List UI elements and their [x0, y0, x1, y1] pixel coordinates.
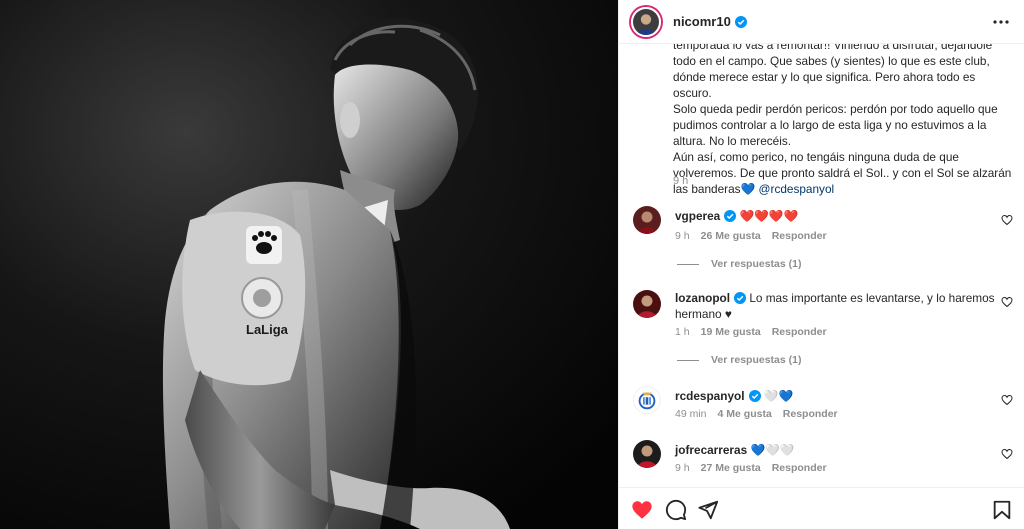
comment-meta: 9 h 27 Me gusta Responder: [675, 462, 838, 474]
view-replies-text[interactable]: Ver respuestas (1): [711, 354, 801, 366]
comment-time[interactable]: 9 h: [675, 462, 690, 474]
reply-button[interactable]: Responder: [772, 462, 827, 474]
comment-likes[interactable]: 27 Me gusta: [701, 462, 761, 474]
verified-badge-icon: [748, 390, 761, 402]
comment-meta: 1 h 19 Me gusta Responder: [675, 326, 838, 338]
caption-line: volveremos. De que pronto saldrá el Sol.…: [673, 166, 1012, 180]
author-username[interactable]: nicomr10: [673, 14, 747, 29]
reply-button[interactable]: Responder: [772, 230, 827, 242]
commenter-username[interactable]: lozanopol: [675, 291, 730, 305]
comment-time[interactable]: 49 min: [675, 408, 707, 420]
view-replies-button[interactable]: Ver respuestas (1): [677, 258, 801, 270]
post-photo[interactable]: LaLiga: [0, 0, 618, 529]
like-button[interactable]: [631, 499, 653, 521]
reply-button[interactable]: Responder: [772, 326, 827, 338]
view-replies-button[interactable]: Ver respuestas (1): [677, 354, 801, 366]
verified-badge-icon: [734, 292, 747, 304]
caption-line: altura. No lo merecéis.: [673, 134, 792, 148]
reply-button[interactable]: Responder: [783, 408, 838, 420]
comment-body: ❤️❤️❤️❤️: [739, 209, 799, 223]
comment-time[interactable]: 9 h: [675, 230, 690, 242]
mention-link[interactable]: @rcdespanyol: [759, 182, 835, 196]
commenter-username[interactable]: jofrecarreras: [675, 443, 747, 457]
post-caption: temporada lo vas a remontar!! Viniendo a…: [673, 44, 1013, 197]
comment-likes[interactable]: 4 Me gusta: [718, 408, 772, 420]
post-action-bar: [619, 487, 1024, 529]
commenter-avatar[interactable]: [633, 206, 661, 234]
player-photo-illustration: LaLiga: [0, 0, 618, 529]
verified-badge-icon: [724, 210, 737, 222]
comment-text: rcdespanyol 🤍💙: [675, 388, 995, 404]
replies-divider: [677, 263, 699, 265]
blue-heart-emoji: 💙: [740, 182, 756, 196]
bookmark-icon[interactable]: [991, 499, 1013, 521]
save-button[interactable]: [991, 499, 1013, 521]
comment-text: vgperea ❤️❤️❤️❤️: [675, 208, 995, 224]
comment-button[interactable]: [665, 499, 687, 521]
comment-body: 🤍💙: [763, 389, 794, 403]
post-details-panel: nicomr10 temporada lo vas a remontar!! V…: [618, 0, 1024, 529]
commenter-avatar[interactable]: [633, 440, 661, 468]
author-username-text[interactable]: nicomr10: [673, 14, 731, 29]
commenter-avatar[interactable]: [633, 386, 661, 414]
caption-line: Solo queda pedir perdón pericos: perdón …: [673, 102, 998, 116]
caption-line-last: las banderas💙 @rcdespanyol: [673, 181, 1013, 197]
caption-line: pudimos controlar a lo largo de esta lig…: [673, 118, 987, 132]
caption-line: temporada lo vas a remontar!! Viniendo a…: [673, 44, 993, 52]
caption-line: dónde merece estar y lo que significa. P…: [673, 70, 976, 100]
caption-line: todo en el campo. Que sabes (y sientes) …: [673, 54, 990, 68]
paper-plane-icon[interactable]: [697, 499, 719, 521]
caption-line: Aún así, como perico, no tengáis ninguna…: [673, 150, 959, 164]
heart-icon[interactable]: [1001, 214, 1013, 226]
comment-time[interactable]: 1 h: [675, 326, 690, 338]
comment-body: 💙🤍🤍: [750, 443, 795, 457]
share-button[interactable]: [697, 499, 719, 521]
comment-likes[interactable]: 26 Me gusta: [701, 230, 761, 242]
view-replies-text[interactable]: Ver respuestas (1): [711, 258, 801, 270]
commenter-avatar[interactable]: [633, 290, 661, 318]
commenter-username[interactable]: vgperea: [675, 209, 720, 223]
heart-icon[interactable]: [1001, 448, 1013, 460]
comment-likes[interactable]: 19 Me gusta: [701, 326, 761, 338]
caption-timestamp[interactable]: 9 h: [673, 175, 688, 187]
comments-scroll-area[interactable]: temporada lo vas a remontar!! Viniendo a…: [619, 44, 1024, 487]
replies-divider: [677, 359, 699, 361]
commenter-username[interactable]: rcdespanyol: [675, 389, 745, 403]
author-avatar[interactable]: [631, 7, 661, 37]
comment-text: jofrecarreras 💙🤍🤍: [675, 442, 995, 458]
heart-icon[interactable]: [1001, 394, 1013, 406]
heart-filled-icon[interactable]: [631, 499, 653, 521]
more-horizontal-icon[interactable]: [991, 12, 1011, 32]
laliga-patch-text: LaLiga: [246, 322, 289, 337]
heart-icon[interactable]: [1001, 296, 1013, 308]
verified-badge-icon: [734, 16, 747, 28]
post-header: nicomr10: [619, 0, 1024, 44]
comment-text: lozanopol Lo mas importante es levantars…: [675, 290, 995, 322]
comment-icon[interactable]: [665, 499, 687, 521]
comment-meta: 49 min 4 Me gusta Responder: [675, 408, 849, 420]
comment-meta: 9 h 26 Me gusta Responder: [675, 230, 838, 242]
